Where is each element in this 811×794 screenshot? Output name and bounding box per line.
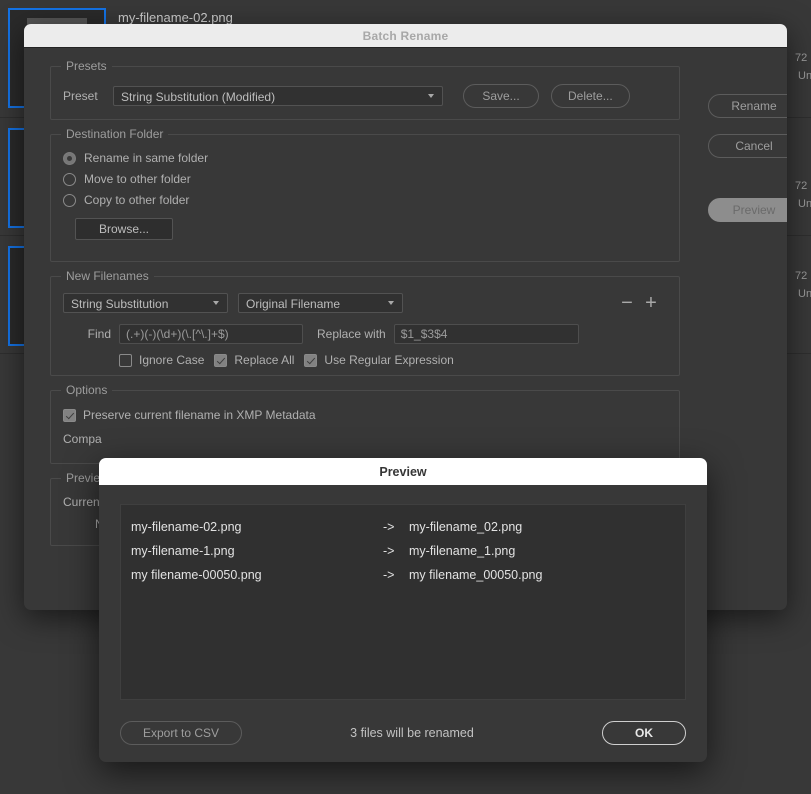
batch-rename-actions: Rename Cancel Preview [708, 94, 787, 222]
options-group: Options Preserve current filename in XMP… [50, 383, 680, 464]
file-kind-label: Un [798, 288, 811, 300]
arrow-icon: -> [383, 568, 395, 582]
preview-button[interactable]: Preview [708, 198, 787, 222]
rename-source-select[interactable]: Original Filename [238, 293, 403, 313]
list-item[interactable]: my filename-00050.png -> my filename_000… [121, 563, 685, 587]
file-size-label: 72 [795, 270, 808, 282]
new-filenames-method-row: String Substitution Original Filename − … [63, 293, 667, 313]
rename-button[interactable]: Rename [708, 94, 787, 118]
preset-row: Preset String Substitution (Modified) Sa… [63, 84, 667, 108]
compatibility-label: Compa [63, 432, 102, 446]
file-size-label: 72 [795, 52, 808, 64]
radio-icon [63, 193, 76, 207]
destination-option-copy-other[interactable]: Copy to other folder [63, 193, 667, 207]
delete-preset-button[interactable]: Delete... [551, 84, 630, 108]
ok-button[interactable]: OK [602, 721, 686, 745]
presets-group-title: Presets [61, 59, 112, 73]
preview-dialog-footer: Export to CSV 3 files will be renamed OK [99, 704, 707, 762]
add-rule-button[interactable]: + [642, 293, 660, 313]
new-filenames-group-title: New Filenames [61, 269, 154, 283]
destination-option-move-other[interactable]: Move to other folder [63, 172, 667, 186]
rename-count-status: 3 files will be renamed [350, 726, 474, 740]
find-input[interactable]: (.+)(-)(\d+)(\.[^\.]+$) [119, 324, 303, 344]
file-name-label: my-filename-02.png [118, 10, 233, 25]
list-item[interactable]: my-filename-02.png -> my-filename_02.png [121, 515, 685, 539]
chevron-down-icon [428, 94, 435, 98]
browse-button[interactable]: Browse... [75, 218, 173, 240]
preset-select[interactable]: String Substitution (Modified) [113, 86, 443, 106]
replace-with-input[interactable]: $1_$3$4 [393, 324, 579, 344]
preserve-filename-label: Preserve current filename in XMP Metadat… [83, 408, 316, 422]
use-regex-label: Use Regular Expression [324, 353, 454, 367]
preserve-filename-checkbox[interactable] [63, 408, 76, 422]
radio-icon [63, 172, 76, 186]
destination-option-label: Copy to other folder [84, 193, 190, 207]
chevron-down-icon [388, 301, 395, 305]
remove-rule-button[interactable]: − [618, 293, 636, 313]
replace-with-label: Replace with [317, 327, 386, 341]
current-filename-label: Curren [63, 495, 100, 509]
preview-rename-list[interactable]: my-filename-02.png -> my-filename_02.png… [120, 504, 686, 700]
rename-source-value: Original Filename [246, 297, 341, 311]
destination-option-label: Rename in same folder [84, 151, 209, 165]
ignore-case-label: Ignore Case [139, 353, 205, 367]
new-filename: my-filename_1.png [409, 544, 516, 558]
list-item[interactable]: my-filename-1.png -> my-filename_1.png [121, 539, 685, 563]
arrow-icon: -> [383, 520, 395, 534]
preset-label: Preset [63, 89, 98, 103]
compatibility-row: Compa [63, 432, 667, 446]
preview-dialog-titlebar[interactable]: Preview [99, 458, 707, 485]
original-filename: my-filename-1.png [131, 544, 235, 558]
presets-group: Presets Preset String Substitution (Modi… [50, 59, 680, 120]
new-filenames-group: New Filenames String Substitution Origin… [50, 269, 680, 376]
original-filename: my filename-00050.png [131, 568, 262, 582]
file-kind-label: Un [798, 70, 811, 82]
preview-dialog-title: Preview [379, 464, 427, 479]
options-group-title: Options [61, 383, 113, 397]
file-size-label: 72 [795, 180, 808, 192]
rename-method-select[interactable]: String Substitution [63, 293, 228, 313]
preview-dialog: Preview my-filename-02.png -> my-filenam… [99, 458, 707, 762]
preserve-filename-row[interactable]: Preserve current filename in XMP Metadat… [63, 408, 667, 422]
original-filename: my-filename-02.png [131, 520, 242, 534]
new-filename: my-filename_02.png [409, 520, 523, 534]
use-regex-checkbox[interactable] [304, 353, 318, 367]
new-filename: my filename_00050.png [409, 568, 543, 582]
ignore-case-checkbox[interactable] [119, 353, 132, 367]
replace-all-checkbox[interactable] [214, 353, 228, 367]
destination-option-rename-same[interactable]: Rename in same folder [63, 151, 667, 165]
find-replace-row: Find (.+)(-)(\d+)(\.[^\.]+$) Replace wit… [63, 324, 667, 344]
chevron-down-icon [213, 301, 220, 305]
find-replace-options-row: Ignore Case Replace All Use Regular Expr… [119, 353, 667, 367]
preset-select-value: String Substitution (Modified) [121, 90, 276, 104]
arrow-icon: -> [383, 544, 395, 558]
find-label: Find [87, 327, 111, 341]
cancel-button[interactable]: Cancel [708, 134, 787, 158]
save-preset-button[interactable]: Save... [463, 84, 539, 108]
batch-rename-title: Batch Rename [362, 28, 449, 43]
destination-folder-group-title: Destination Folder [61, 127, 169, 141]
radio-icon [63, 151, 76, 165]
batch-rename-titlebar[interactable]: Batch Rename [24, 24, 787, 48]
destination-option-label: Move to other folder [84, 172, 191, 186]
file-kind-label: Un [798, 198, 811, 210]
destination-folder-group: Destination Folder Rename in same folder… [50, 127, 680, 262]
rename-method-value: String Substitution [71, 297, 169, 311]
replace-all-label: Replace All [234, 353, 295, 367]
